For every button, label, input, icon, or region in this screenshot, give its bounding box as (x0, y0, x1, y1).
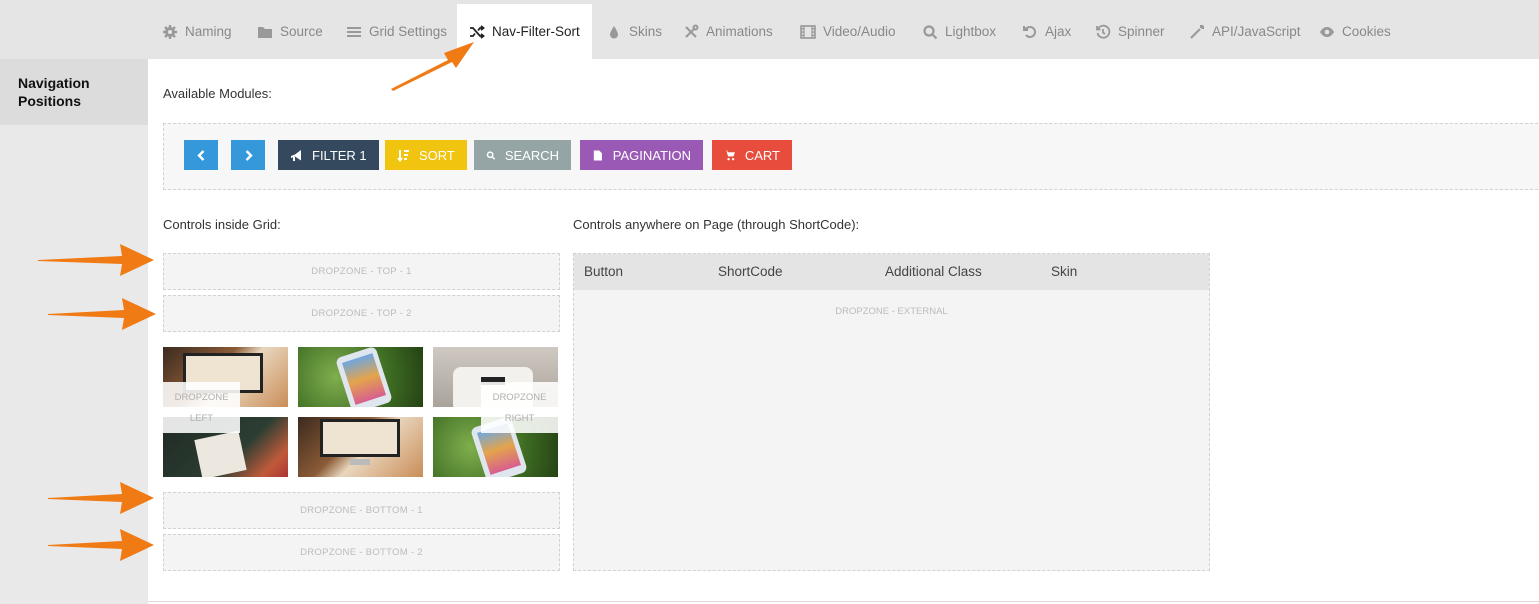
table-header: Button ShortCode Additional Class Skin (574, 254, 1209, 290)
tab-label: Naming (185, 24, 232, 39)
dropzone-external[interactable]: DROPZONE - EXTERNAL (574, 306, 1209, 317)
column-header-button: Button (584, 264, 624, 279)
column-header-shortcode: ShortCode (718, 264, 783, 279)
next-button[interactable] (231, 140, 265, 170)
divider (148, 601, 1539, 602)
tab-cookies[interactable]: Cookies (1307, 4, 1403, 59)
available-modules-panel: Filter 1 Sort Search Pagination Cart (163, 123, 1539, 190)
annotation-arrow-icon (48, 298, 156, 330)
dropzone-bottom-1[interactable]: DROPZONE - BOTTOM - 1 (163, 492, 560, 529)
column-header-skin: Skin (1051, 264, 1078, 279)
tab-label: Video/Audio (823, 24, 896, 39)
dropzone-left-label: DROPZONE (174, 391, 229, 403)
list-icon (346, 24, 362, 40)
folder-icon (257, 24, 273, 40)
tab-animations[interactable]: Animations (671, 4, 785, 59)
search-icon (922, 24, 938, 40)
annotation-arrow-icon (48, 482, 154, 514)
external-controls-table[interactable]: Button ShortCode Additional Class Skin D… (573, 253, 1210, 571)
grid-image (298, 347, 423, 407)
tab-label: Lightbox (945, 24, 997, 39)
tab-naming[interactable]: Naming (150, 4, 244, 59)
cart-icon (724, 149, 735, 160)
tab-bar: Naming Source Grid Settings Nav-Filter-S… (0, 0, 1539, 59)
sort-icon (397, 149, 409, 162)
search-module[interactable]: Search (474, 140, 571, 170)
tab-video-audio[interactable]: Video/Audio (788, 4, 908, 59)
pagination-label: Pagination (612, 147, 691, 163)
dropzone-bottom-2[interactable]: DROPZONE - BOTTOM - 2 (163, 534, 560, 571)
cart-module[interactable]: Cart (712, 140, 792, 170)
sort-label: Sort (419, 147, 455, 163)
history-icon (1095, 24, 1111, 40)
column-header-additional-class: Additional Class (885, 264, 982, 279)
tab-spinner[interactable]: Spinner (1083, 4, 1177, 59)
tab-skins[interactable]: Skins (594, 4, 674, 59)
pagination-module[interactable]: Pagination (580, 140, 703, 170)
magic-wand-icon (1189, 24, 1205, 40)
tab-label: Source (280, 24, 323, 39)
cart-label: Cart (744, 147, 780, 163)
drop-icon (606, 24, 622, 40)
tab-label: API/JavaScript (1212, 24, 1301, 39)
gear-icon (162, 24, 178, 40)
tab-label: Animations (706, 24, 773, 39)
search-label: Search (504, 147, 559, 163)
tab-label: Cookies (1342, 24, 1391, 39)
dropzone-right-label-2: RIGHT (504, 412, 535, 424)
filter-module[interactable]: Filter 1 (278, 140, 379, 170)
dropzone-left-label-2: LEFT (189, 412, 214, 424)
tab-label: Ajax (1045, 24, 1072, 39)
film-icon (800, 24, 816, 40)
bullhorn-icon (291, 149, 301, 161)
tab-lightbox[interactable]: Lightbox (910, 4, 1008, 59)
search-icon (486, 150, 496, 160)
annotation-arrow-icon (38, 244, 154, 276)
tools-icon (683, 24, 699, 40)
tab-source[interactable]: Source (245, 4, 335, 59)
dropzone-right[interactable]: DROPZONE RIGHT (481, 382, 558, 433)
sidebar-item-navigation-positions[interactable]: Navigation Positions (0, 59, 148, 125)
filter-label: Filter 1 (312, 147, 367, 163)
document-icon (593, 150, 602, 160)
tab-api-javascript[interactable]: API/JavaScript (1177, 4, 1313, 59)
dropzone-top-2[interactable]: DROPZONE - TOP - 2 (163, 295, 560, 332)
chevron-left-icon (196, 149, 204, 161)
controls-anywhere-label: Controls anywhere on Page (through Short… (573, 217, 860, 232)
controls-inside-grid-label: Controls inside Grid: (163, 217, 281, 232)
eye-icon (1319, 24, 1335, 40)
tab-ajax[interactable]: Ajax (1010, 4, 1083, 59)
available-modules-label: Available Modules: (163, 86, 272, 101)
prev-button[interactable] (184, 140, 218, 170)
sort-module[interactable]: Sort (385, 140, 467, 170)
annotation-arrow-icon (391, 42, 474, 91)
tab-label: Skins (629, 24, 663, 39)
dropzone-right-label: DROPZONE (492, 391, 547, 403)
dropzone-top-1[interactable]: DROPZONE - TOP - 1 (163, 253, 560, 290)
chevron-right-icon (245, 149, 253, 161)
dropzone-left[interactable]: DROPZONE LEFT (163, 382, 240, 433)
annotation-arrow-icon (48, 529, 154, 561)
grid-image (298, 417, 423, 477)
undo-icon (1022, 24, 1038, 40)
tab-label: Nav-Filter-Sort (492, 24, 580, 39)
tab-label: Spinner (1118, 24, 1165, 39)
